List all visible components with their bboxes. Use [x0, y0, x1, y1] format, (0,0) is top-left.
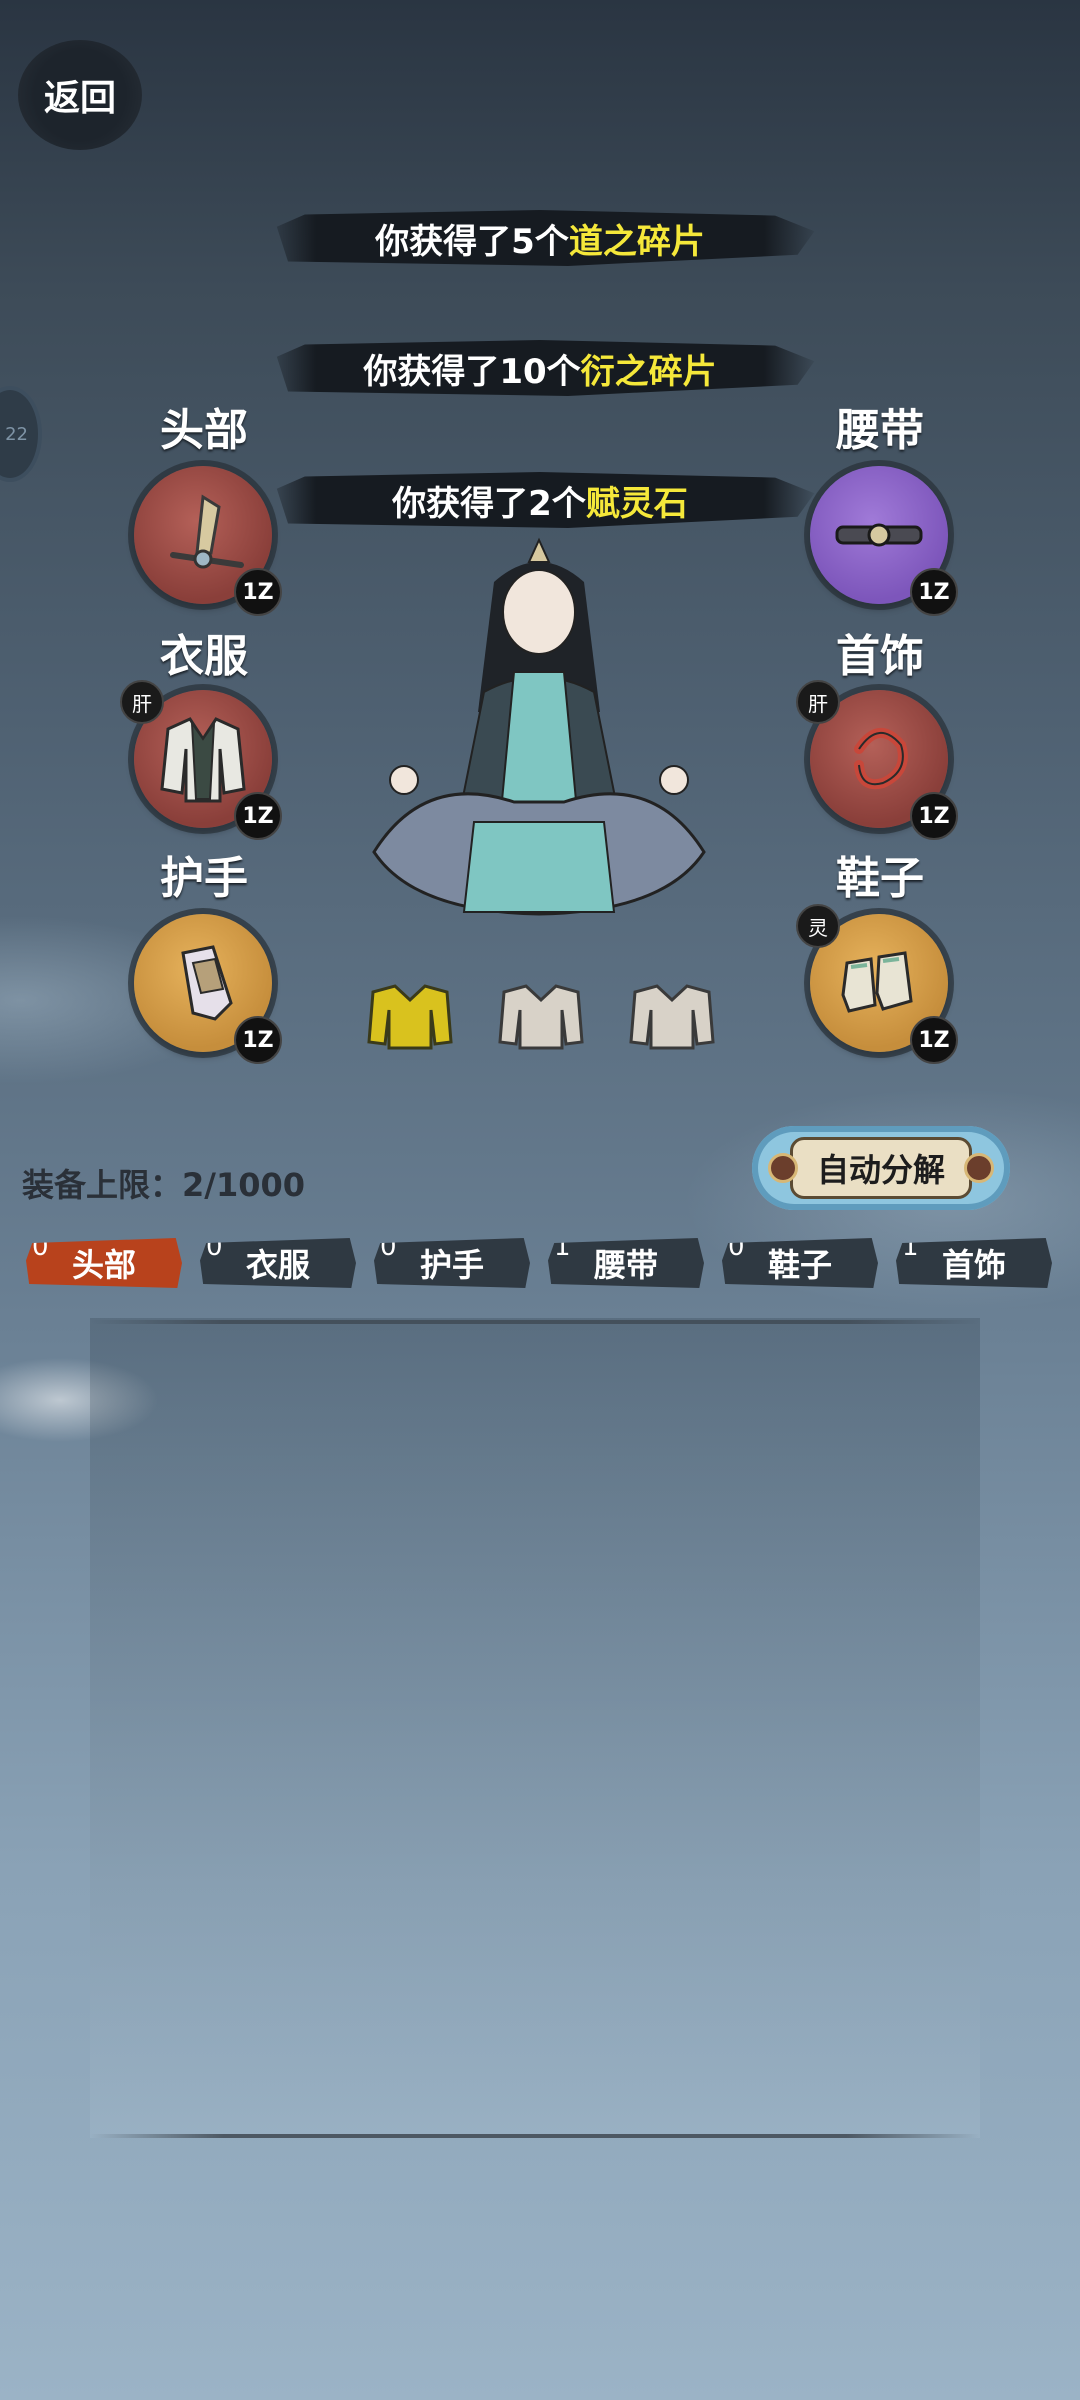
tab-clothes[interactable]: 0 衣服	[200, 1238, 356, 1288]
character-portrait	[372, 537, 706, 916]
tab-shoes[interactable]: 0 鞋子	[722, 1238, 878, 1288]
level-badge: 1Z	[234, 568, 282, 616]
toast-item: 衍之碎片	[580, 351, 717, 392]
tag-badge: 肝	[120, 680, 164, 724]
equip-slot-shoes[interactable]: 灵 1Z	[796, 904, 958, 1064]
tag-badge: 肝	[796, 680, 840, 724]
tab-count: 1	[902, 1232, 919, 1262]
reward-toast: 你获得了10个 衍之碎片	[276, 340, 815, 396]
toast-prefix: 你获得了5个	[375, 221, 569, 262]
belt-icon	[835, 523, 923, 547]
bracelet-icon	[854, 728, 908, 790]
tab-belt[interactable]: 1 腰带	[548, 1238, 704, 1288]
bracer-icon	[181, 945, 233, 1021]
tab-label: 衣服	[245, 1246, 310, 1284]
slot-label-shoes: 鞋子	[836, 853, 924, 904]
knob-right-icon	[964, 1153, 994, 1183]
slot-label-jewelry: 首饰	[836, 631, 924, 682]
equip-slot-jewelry[interactable]: 肝 1Z	[796, 680, 958, 840]
tab-gloves[interactable]: 0 护手	[374, 1238, 530, 1288]
equip-slot-gloves[interactable]: 1Z	[134, 914, 282, 1064]
equip-slot-belt[interactable]: 1Z	[810, 466, 958, 616]
tab-count: 0	[728, 1232, 745, 1262]
slot-label-belt: 腰带	[836, 405, 924, 456]
toast-item: 赋灵石	[585, 483, 688, 524]
side-level-badge[interactable]: 22	[0, 386, 42, 482]
inventory-panel[interactable]	[90, 1318, 980, 2138]
toast-prefix: 你获得了2个	[392, 483, 586, 524]
level-badge: 1Z	[234, 1016, 282, 1064]
reward-toast: 你获得了5个 道之碎片	[276, 210, 815, 266]
equip-slot-clothes[interactable]: 肝 1Z	[120, 680, 282, 840]
auto-decompose-button[interactable]: 自动分解	[752, 1126, 1010, 1210]
tab-label: 护手	[419, 1246, 484, 1284]
robe-icon	[160, 717, 246, 803]
auto-decompose-label: 自动分解	[790, 1137, 972, 1199]
slot-label-head: 头部	[160, 405, 248, 456]
robe-drop-icon	[498, 984, 584, 1050]
equip-slot-head[interactable]: 1Z	[134, 466, 282, 616]
slot-label-gloves: 护手	[160, 853, 248, 904]
robe-drop-icon	[629, 984, 715, 1050]
toast-prefix: 你获得了10个	[363, 351, 581, 392]
hairpin-icon	[170, 494, 244, 569]
knob-left-icon	[768, 1153, 798, 1183]
tab-head[interactable]: 0 头部	[26, 1238, 182, 1288]
level-badge: 1Z	[910, 792, 958, 840]
tab-count: 0	[206, 1232, 223, 1262]
tab-count: 0	[32, 1232, 49, 1262]
tab-label: 首饰	[941, 1246, 1006, 1284]
back-button[interactable]: 返回	[18, 40, 142, 150]
boots-icon	[841, 951, 913, 1013]
level-badge: 1Z	[910, 1016, 958, 1064]
equipment-limit: 装备上限：2/1000	[22, 1166, 306, 1204]
divider	[90, 2134, 980, 2138]
level-badge: 1Z	[234, 792, 282, 840]
robe-drop-icon	[367, 984, 453, 1050]
tab-jewelry[interactable]: 1 首饰	[896, 1238, 1052, 1288]
tab-label: 鞋子	[767, 1246, 832, 1284]
tab-count: 0	[380, 1232, 397, 1262]
tag-badge: 灵	[796, 904, 840, 948]
slot-label-clothes: 衣服	[160, 631, 248, 682]
toast-item: 道之碎片	[568, 221, 705, 262]
level-badge: 1Z	[910, 568, 958, 616]
category-tabs: 0 头部 0 衣服 0 护手 1 腰带 0 鞋子 1 首饰	[26, 1220, 1056, 1290]
reward-toast: 你获得了2个 赋灵石	[276, 472, 815, 528]
tab-label: 腰带	[593, 1246, 658, 1284]
tab-label: 头部	[71, 1246, 136, 1284]
tab-count: 1	[554, 1232, 571, 1262]
